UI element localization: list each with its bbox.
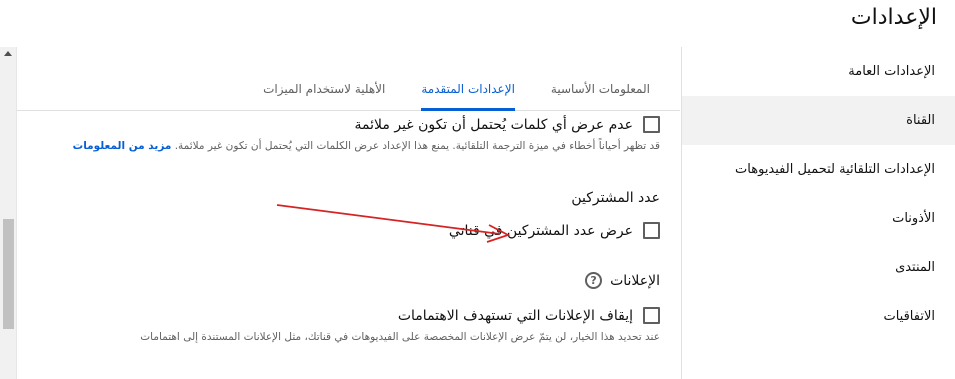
ads-checkbox[interactable] [643, 307, 660, 324]
channel-settings-panel: المعلومات الأساسية الإعدادات المتقدمة ال… [16, 47, 680, 379]
subscriber-count-section-title: عدد المشتركين [36, 190, 660, 206]
scrollbar-thumb[interactable] [3, 219, 14, 329]
settings-sidebar: الإعدادات العامة القناة الإعدادات التلقا… [681, 47, 955, 379]
subscriber-count-title: عدد المشتركين [571, 190, 660, 206]
inappropriate-words-help-text: قد تظهر أحياناً أخطاء في ميزة الترجمة ال… [174, 140, 660, 152]
tab-basic-info[interactable]: المعلومات الأساسية [551, 82, 650, 110]
tab-bar: المعلومات الأساسية الإعدادات المتقدمة ال… [16, 47, 680, 111]
tab-advanced-settings[interactable]: الإعدادات المتقدمة [421, 82, 515, 111]
sidebar-item-general[interactable]: الإعدادات العامة [682, 47, 955, 96]
inappropriate-words-label: عدم عرض أي كلمات يُحتمل أن تكون غير ملائ… [354, 116, 633, 133]
ads-row: إيقاف الإعلانات التي تستهدف الاهتمامات [36, 307, 660, 324]
advanced-settings-content: عدم عرض أي كلمات يُحتمل أن تكون غير ملائ… [16, 116, 680, 345]
help-circle-icon[interactable]: ? [585, 272, 603, 289]
sidebar-item-agreements[interactable]: الاتفاقيات [682, 292, 955, 341]
sidebar-item-permissions[interactable]: الأذونات [682, 194, 955, 243]
sidebar-item-community[interactable]: المنتدى [682, 243, 955, 292]
tab-feature-eligibility[interactable]: الأهلية لاستخدام الميزات [263, 82, 385, 110]
ads-help: عند تحديد هذا الخيار، لن يتمّ عرض الإعلا… [140, 331, 660, 343]
ads-label: إيقاف الإعلانات التي تستهدف الاهتمامات [397, 307, 633, 324]
sidebar-item-upload-defaults[interactable]: الإعدادات التلقائية لتحميل الفيديوهات [682, 145, 955, 194]
ads-title: الإعلانات [610, 272, 660, 289]
settings-page: الإعدادات الإعدادات العامة القناة الإعدا… [0, 0, 955, 379]
subscriber-count-checkbox[interactable] [643, 222, 660, 239]
vertical-scrollbar[interactable] [0, 47, 17, 379]
ads-section-title: الإعلانات ? [36, 272, 660, 289]
subscriber-count-row: عرض عدد المشتركين في قناتي [36, 222, 660, 239]
subscriber-count-label: عرض عدد المشتركين في قناتي [448, 222, 633, 239]
sidebar-item-channel[interactable]: القناة [682, 96, 955, 145]
learn-more-link[interactable]: مزيد من المعلومات [73, 140, 172, 152]
page-title: الإعدادات [850, 5, 937, 30]
inappropriate-words-checkbox[interactable] [643, 116, 660, 133]
inappropriate-words-row: عدم عرض أي كلمات يُحتمل أن تكون غير ملائ… [36, 116, 660, 133]
inappropriate-words-help: قد تظهر أحياناً أخطاء في ميزة الترجمة ال… [36, 138, 660, 154]
scroll-up-arrow-icon[interactable] [4, 51, 12, 56]
